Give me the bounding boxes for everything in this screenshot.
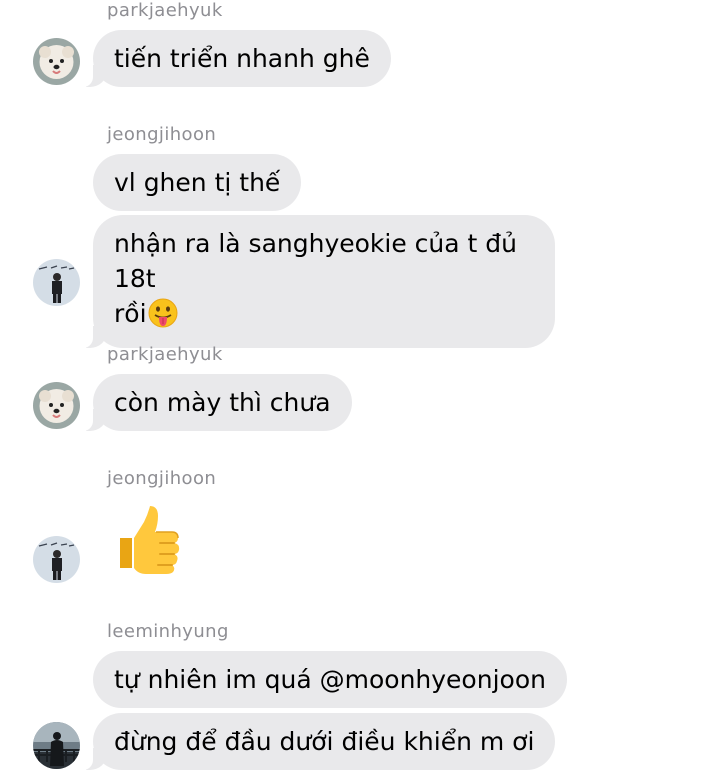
avatar-jeongjihoon[interactable] (33, 536, 80, 583)
avatar-leeminhyung[interactable] (33, 722, 80, 769)
sender-name: parkjaehyuk (107, 0, 223, 21)
message-text: còn mày thì chưa (114, 388, 331, 417)
message-bubble[interactable]: tiến triển nhanh ghê (83, 30, 391, 87)
message-bubble[interactable]: đừng để đầu dưới điều khiển m ơi (82, 713, 556, 770)
avatar-parkjaehyuk[interactable] (33, 382, 80, 429)
sender-name: leeminhyung (107, 621, 229, 642)
avatar-jeongjihoon[interactable] (33, 259, 80, 306)
message-text-line1: nhận ra là sanghyeokie của t đủ 18t (114, 229, 518, 293)
message-bubble[interactable]: nhận ra là sanghyeokie của t đủ 18t rồi (83, 215, 555, 348)
message-text: đừng để đầu dưới điều khiển m ơi (114, 727, 535, 756)
chat-thread: parkjaehyuk tiến triển nhanh ghê jeongji… (0, 0, 720, 774)
sender-name: jeongjihoon (107, 124, 217, 145)
face-with-tongue-icon (148, 298, 178, 337)
message-text: tiến triển nhanh ghê (114, 44, 370, 73)
avatar-parkjaehyuk[interactable] (33, 38, 80, 85)
message-bubble[interactable]: còn mày thì chưa (83, 374, 352, 431)
message-text: vl ghen tị thế (114, 168, 281, 197)
message-text-line2: rồi (114, 299, 147, 328)
thumbs-up-icon[interactable] (110, 502, 184, 576)
message-bubble[interactable]: vl ghen tị thế (93, 154, 302, 211)
sender-name: parkjaehyuk (107, 344, 223, 365)
message-text: tự nhiên im quá @moonhyeonjoon (114, 665, 546, 694)
sender-name: jeongjihoon (107, 468, 217, 489)
message-bubble[interactable]: tự nhiên im quá @moonhyeonjoon (93, 651, 567, 708)
